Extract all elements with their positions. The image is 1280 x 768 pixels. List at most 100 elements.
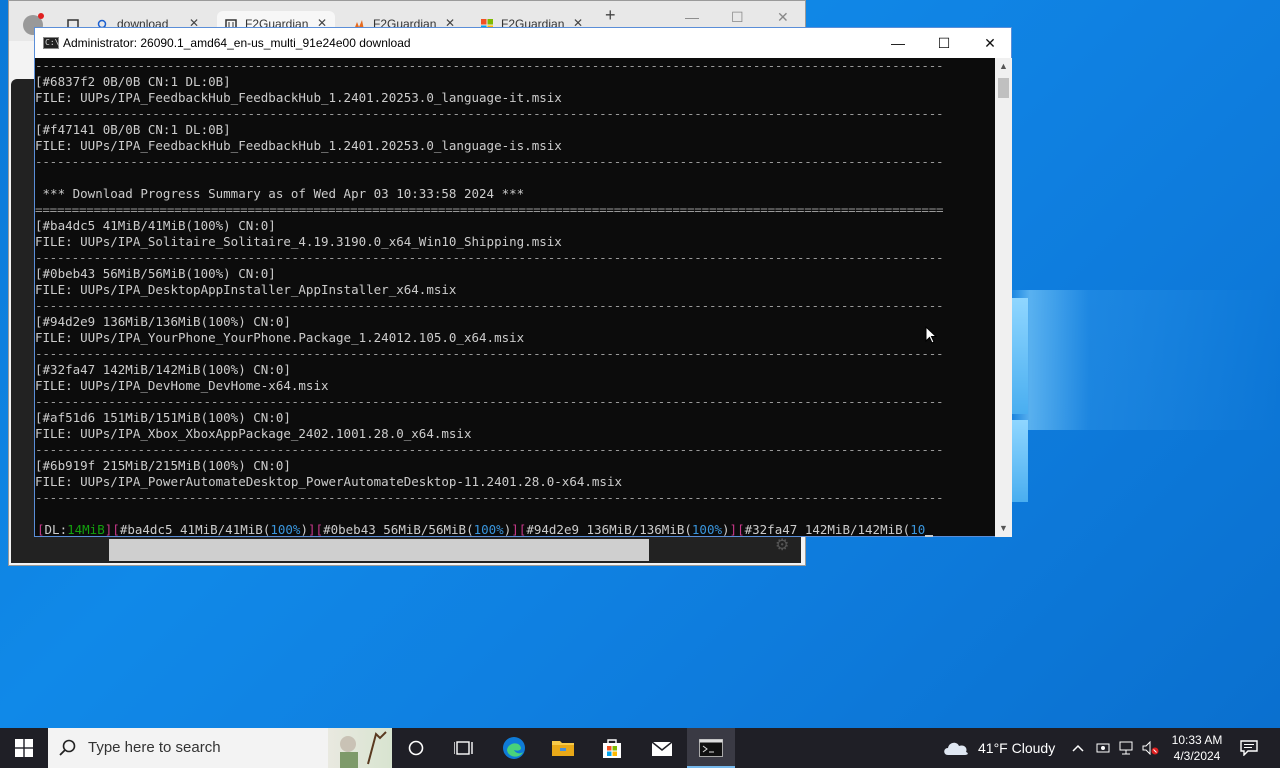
bracket: [ bbox=[37, 522, 45, 537]
desktop-wallpaper-glow bbox=[1008, 290, 1280, 430]
console-text-line: [#6b919f 215MiB/215MiB(100%) CN:0] bbox=[35, 458, 291, 473]
separator-line: ----------------------------------------… bbox=[35, 154, 944, 169]
windows-logo-pane bbox=[1012, 298, 1028, 414]
separator-line: ----------------------------------------… bbox=[35, 394, 944, 409]
taskbar-file-explorer-button[interactable] bbox=[539, 728, 587, 768]
separator-line: ----------------------------------------… bbox=[35, 346, 944, 361]
search-highlight-image bbox=[340, 731, 387, 768]
paren: ( bbox=[466, 522, 474, 537]
text-cursor bbox=[925, 535, 934, 537]
store-bag-icon bbox=[603, 739, 621, 758]
weather-widget[interactable]: 41°F Cloudy bbox=[942, 728, 1055, 768]
browser-maximize-button[interactable]: ☐ bbox=[731, 9, 744, 26]
weather-text: 41°F Cloudy bbox=[978, 740, 1056, 756]
status-item-id: #0beb43 bbox=[323, 522, 376, 537]
close-button[interactable]: ✕ bbox=[967, 28, 1013, 58]
minimize-button[interactable]: — bbox=[875, 28, 921, 58]
console-text-line: [#af51d6 151MiB/151MiB(100%) CN:0] bbox=[35, 410, 291, 425]
console-text-line: [#ba4dc5 41MiB/41MiB(100%) CN:0] bbox=[35, 218, 276, 233]
task-view-icon bbox=[454, 741, 473, 755]
clock-date: 4/3/2024 bbox=[1173, 749, 1221, 763]
scroll-up-arrow-icon[interactable]: ▲ bbox=[995, 58, 1012, 75]
download-status-line: [DL:14MiB][#ba4dc5 41MiB/41MiB(100%)][#0… bbox=[37, 522, 987, 538]
browser-minimize-button[interactable]: — bbox=[685, 9, 699, 25]
console-text-line: [#94d2e9 136MiB/136MiB(100%) CN:0] bbox=[35, 314, 291, 329]
bracket: ][ bbox=[511, 522, 527, 537]
status-item-percent: 10 bbox=[910, 522, 926, 537]
bracket: ][ bbox=[104, 522, 120, 537]
status-item-percent: 100% bbox=[691, 522, 723, 537]
edge-icon bbox=[503, 737, 525, 759]
console-titlebar[interactable]: C:\ Administrator: 26090.1_amd64_en-us_m… bbox=[35, 28, 1011, 58]
task-view-button[interactable] bbox=[440, 728, 488, 768]
network-icon bbox=[1119, 741, 1133, 755]
tray-network-button[interactable] bbox=[1118, 728, 1134, 768]
status-item-size: 142MiB/142MiB bbox=[804, 522, 903, 537]
status-item-id: #ba4dc5 bbox=[119, 522, 173, 537]
console-text-line: [#f47141 0B/0B CN:1 DL:0B] bbox=[35, 122, 231, 137]
console-text-line: FILE: UUPs/IPA_YourPhone_YourPhone.Packa… bbox=[35, 330, 525, 345]
taskbar-console-button[interactable] bbox=[687, 728, 735, 768]
action-center-button[interactable] bbox=[1240, 728, 1258, 768]
status-item-percent: 100% bbox=[473, 522, 504, 537]
taskbar-mail-button[interactable] bbox=[638, 728, 686, 768]
separator-line: ----------------------------------------… bbox=[35, 490, 944, 505]
scroll-down-arrow-icon[interactable]: ▼ bbox=[995, 520, 1012, 537]
console-text-line: FILE: UUPs/IPA_FeedbackHub_FeedbackHub_1… bbox=[35, 138, 562, 153]
taskbar-edge-button[interactable] bbox=[490, 728, 538, 768]
dl-value: 14MiB bbox=[67, 522, 105, 537]
search-highlight-illustration bbox=[328, 728, 392, 768]
tray-overflow-button[interactable] bbox=[1072, 728, 1084, 768]
browser-bottom-bar bbox=[109, 539, 649, 561]
dl-label: DL: bbox=[44, 522, 68, 537]
maximize-button[interactable]: ☐ bbox=[921, 28, 967, 58]
console-text-line: FILE: UUPs/IPA_Solitaire_Solitaire_4.19.… bbox=[35, 234, 562, 249]
console-text-line: *** Download Progress Summary as of Wed … bbox=[35, 186, 525, 201]
mail-icon bbox=[651, 741, 673, 756]
start-button[interactable] bbox=[0, 728, 48, 768]
console-scrollbar[interactable]: ▲ ▼ bbox=[995, 58, 1012, 537]
bracket: ][ bbox=[308, 522, 324, 537]
console-icon bbox=[699, 739, 723, 757]
console-window[interactable]: C:\ Administrator: 26090.1_amd64_en-us_m… bbox=[34, 27, 1012, 537]
cortana-icon bbox=[408, 740, 424, 756]
separator-line: ----------------------------------------… bbox=[35, 298, 944, 313]
separator-line: ----------------------------------------… bbox=[35, 250, 944, 265]
search-placeholder: Type here to search bbox=[88, 739, 221, 756]
tray-meet-button[interactable] bbox=[1096, 728, 1110, 768]
new-tab-button[interactable]: + bbox=[605, 5, 616, 26]
console-text-line: [#0beb43 56MiB/56MiB(100%) CN:0] bbox=[35, 266, 276, 281]
paren: ) bbox=[300, 522, 308, 537]
console-app-icon: C:\ bbox=[43, 37, 60, 49]
console-text-line: FILE: UUPs/IPA_Xbox_XboxAppPackage_2402.… bbox=[35, 426, 472, 441]
taskbar-clock[interactable]: 10:33 AM 4/3/2024 bbox=[1162, 732, 1232, 764]
taskbar-store-button[interactable] bbox=[588, 728, 636, 768]
volume-muted-icon bbox=[1142, 741, 1159, 755]
windows-logo-pane-lower bbox=[1012, 420, 1028, 502]
status-item-size: 41MiB/41MiB bbox=[180, 522, 263, 537]
notification-dot-icon bbox=[38, 13, 44, 19]
gear-icon[interactable]: ⚙ bbox=[775, 535, 789, 555]
status-item-id: #94d2e9 bbox=[526, 522, 579, 537]
paren: ( bbox=[684, 522, 692, 537]
clock-time: 10:33 AM bbox=[1171, 733, 1223, 747]
separator-line: ----------------------------------------… bbox=[35, 106, 944, 121]
mouse-cursor-icon bbox=[925, 326, 937, 344]
paren: ) bbox=[722, 522, 730, 537]
scrollbar-thumb[interactable] bbox=[998, 78, 1009, 98]
console-text-line: [#32fa47 142MiB/142MiB(100%) CN:0] bbox=[35, 362, 291, 377]
browser-close-button[interactable]: ✕ bbox=[777, 9, 789, 26]
console-text-line: FILE: UUPs/IPA_FeedbackHub_FeedbackHub_1… bbox=[35, 90, 562, 105]
taskbar-search-box[interactable]: Type here to search bbox=[48, 728, 392, 768]
cortana-button[interactable] bbox=[392, 728, 440, 768]
status-item-percent: 100% bbox=[270, 522, 301, 537]
folder-icon bbox=[552, 741, 574, 756]
console-text-line: [#6837f2 0B/0B CN:1 DL:0B] bbox=[35, 74, 231, 89]
meet-now-icon bbox=[1096, 743, 1110, 753]
separator-line: ----------------------------------------… bbox=[35, 58, 944, 73]
tray-volume-button[interactable] bbox=[1142, 728, 1160, 768]
console-output[interactable]: ----------------------------------------… bbox=[35, 58, 995, 537]
